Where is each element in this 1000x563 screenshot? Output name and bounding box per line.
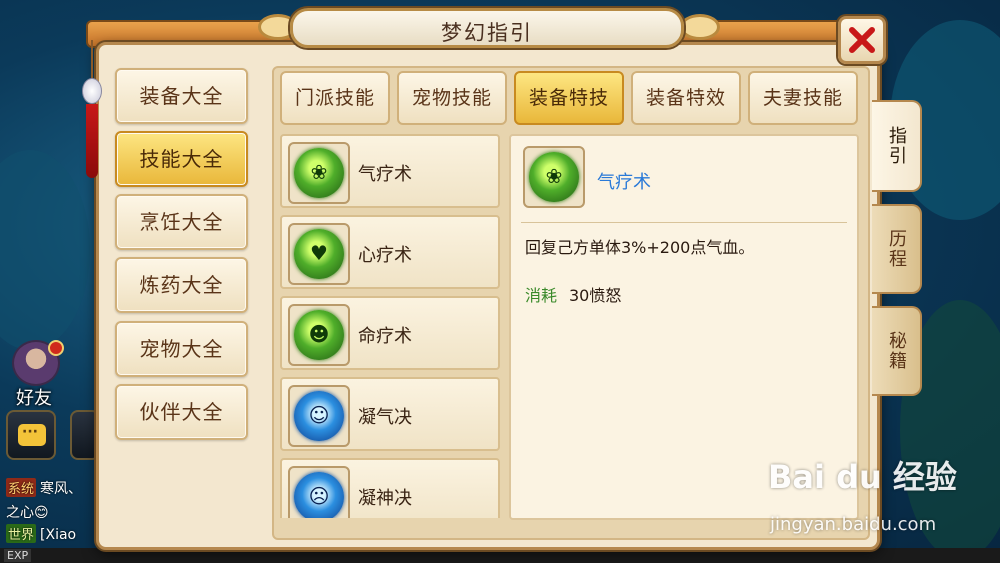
divider bbox=[521, 222, 847, 223]
friend-button[interactable]: 好友 bbox=[4, 338, 68, 409]
notification-dot bbox=[48, 340, 64, 356]
watermark-logo: Bai du 经验 bbox=[768, 458, 957, 496]
exp-label: EXP bbox=[4, 549, 32, 562]
friend-label: 好友 bbox=[16, 388, 52, 409]
life-heal-icon: ☻ bbox=[294, 310, 344, 360]
cost-value: 30愤怒 bbox=[569, 286, 622, 305]
skill-icon-frame: ❀ bbox=[523, 146, 585, 208]
title-plate: 梦幻指引 bbox=[290, 8, 684, 48]
detail-skill-name: 气疗术 bbox=[597, 172, 651, 193]
tab-equipment-effects[interactable]: 装备特效 bbox=[631, 71, 741, 125]
chat-text: [Xiao bbox=[40, 527, 77, 543]
category-skills[interactable]: 技能大全 bbox=[115, 131, 248, 187]
chat-text: 寒风、 bbox=[40, 481, 83, 497]
tab-sect-skills[interactable]: 门派技能 bbox=[280, 71, 390, 125]
category-cooking[interactable]: 烹饪大全 bbox=[115, 194, 248, 250]
chat-channel-tag: 系统 bbox=[6, 478, 37, 497]
chat-line: 之心😊 bbox=[6, 502, 49, 522]
tab-couple-skills[interactable]: 夫妻技能 bbox=[748, 71, 858, 125]
category-partners[interactable]: 伙伴大全 bbox=[115, 384, 248, 440]
heal-leaf-icon: ❀ bbox=[294, 148, 344, 198]
skill-name: 凝神决 bbox=[358, 488, 412, 509]
mind-blue-icon: ☹ bbox=[294, 472, 344, 518]
skill-item[interactable]: ☹ 凝神决 bbox=[280, 458, 500, 518]
skill-icon-frame: ☻ bbox=[288, 304, 350, 366]
skill-name: 命疗术 bbox=[358, 326, 412, 347]
skill-icon-frame: ☺ bbox=[288, 385, 350, 447]
tab-pet-skills[interactable]: 宠物技能 bbox=[397, 71, 507, 125]
skill-item[interactable]: ☺ 凝气决 bbox=[280, 377, 500, 451]
chat-channel-tag: 世界 bbox=[6, 524, 37, 543]
tab-equipment-special-skills[interactable]: 装备特技 bbox=[514, 71, 624, 125]
skill-name: 凝气决 bbox=[358, 407, 412, 428]
watermark-url: jingyan.baidu.com bbox=[770, 514, 937, 535]
skill-item[interactable]: ♥ 心疗术 bbox=[280, 215, 500, 289]
skill-item[interactable]: ☻ 命疗术 bbox=[280, 296, 500, 370]
heart-heal-icon: ♥ bbox=[294, 229, 344, 279]
side-tab-secrets[interactable]: 秘籍 bbox=[872, 306, 922, 396]
category-alchemy[interactable]: 炼药大全 bbox=[115, 257, 248, 313]
skill-item[interactable]: ❀ 气疗术 bbox=[280, 134, 500, 208]
chat-text: 之心😊 bbox=[6, 505, 49, 521]
chat-line: 系统 寒风、 bbox=[6, 478, 82, 498]
tassel-ornament bbox=[80, 40, 104, 180]
chat-button[interactable] bbox=[6, 410, 56, 460]
window-title: 梦幻指引 bbox=[441, 21, 533, 45]
heal-leaf-icon: ❀ bbox=[529, 152, 579, 202]
category-pets[interactable]: 宠物大全 bbox=[115, 321, 248, 377]
background-foliage bbox=[0, 150, 90, 350]
side-tab-guide[interactable]: 指引 bbox=[872, 100, 922, 192]
side-tab-history[interactable]: 历程 bbox=[872, 204, 922, 294]
close-button[interactable] bbox=[838, 16, 886, 64]
skill-icon-frame: ❀ bbox=[288, 142, 350, 204]
skill-icon-frame: ☹ bbox=[288, 466, 350, 518]
chat-line: 世界 [Xiao bbox=[6, 524, 76, 543]
skill-icon-frame: ♥ bbox=[288, 223, 350, 285]
baidu-watermark: Bai du 经验 jingyan.baidu.com bbox=[768, 452, 998, 542]
skill-name: 心疗术 bbox=[358, 245, 412, 266]
exp-bar bbox=[0, 548, 1000, 563]
chat-bubble-icon bbox=[18, 424, 46, 446]
skill-name: 气疗术 bbox=[358, 164, 412, 185]
cost-label: 消耗 bbox=[525, 286, 558, 305]
close-icon bbox=[849, 27, 875, 53]
skill-list[interactable]: ❀ 气疗术 ♥ 心疗术 ☻ 命疗术 ☺ 凝气决 ☹ 凝神决 bbox=[280, 134, 502, 518]
detail-description: 回复己方单体3%+200点气血。 bbox=[525, 238, 755, 257]
category-equipment[interactable]: 装备大全 bbox=[115, 68, 248, 124]
spirit-blue-icon: ☺ bbox=[294, 391, 344, 441]
decorative-scroll-curl bbox=[680, 14, 720, 40]
